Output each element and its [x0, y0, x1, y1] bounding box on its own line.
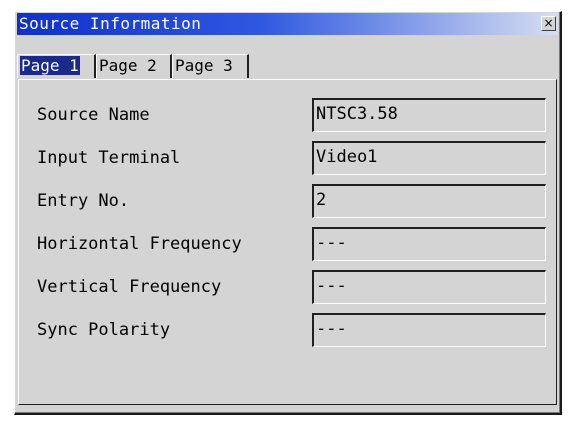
- input-terminal-row: Input Terminal Video1: [19, 141, 556, 175]
- vertical-frequency-field: ---: [312, 270, 546, 304]
- horizontal-frequency-label: Horizontal Frequency: [37, 234, 242, 254]
- vertical-frequency-label: Vertical Frequency: [37, 277, 222, 297]
- source-name-field: NTSC3.58: [312, 98, 546, 132]
- tab-label: Page 1: [20, 56, 80, 75]
- vertical-frequency-row: Vertical Frequency ---: [19, 270, 556, 304]
- source-information-dialog: Source Information × Page 1 Page 2 Page …: [14, 11, 562, 415]
- title-bar[interactable]: Source Information ×: [17, 13, 558, 35]
- page-1-panel: Source Name NTSC3.58 Input Terminal Vide…: [18, 79, 557, 405]
- entry-no-label: Entry No.: [37, 191, 130, 211]
- tab-page-3[interactable]: Page 3: [172, 54, 249, 78]
- sync-polarity-field: ---: [312, 313, 546, 347]
- close-icon: ×: [543, 16, 554, 30]
- tab-label: Page 2: [99, 56, 157, 75]
- input-terminal-field: Video1: [312, 141, 546, 175]
- horizontal-frequency-field: ---: [312, 227, 546, 261]
- window-title: Source Information: [19, 14, 202, 33]
- input-terminal-label: Input Terminal: [37, 148, 181, 168]
- entry-no-row: Entry No. 2: [19, 184, 556, 218]
- close-button[interactable]: ×: [541, 16, 556, 31]
- source-name-row: Source Name NTSC3.58: [19, 98, 556, 132]
- sync-polarity-row: Sync Polarity ---: [19, 313, 556, 347]
- source-name-label: Source Name: [37, 105, 150, 125]
- tab-page-1[interactable]: Page 1: [17, 54, 96, 78]
- entry-no-field: 2: [312, 184, 546, 218]
- horizontal-frequency-row: Horizontal Frequency ---: [19, 227, 556, 261]
- sync-polarity-label: Sync Polarity: [37, 320, 171, 340]
- tab-page-2[interactable]: Page 2: [96, 54, 172, 78]
- tab-label: Page 3: [175, 56, 233, 75]
